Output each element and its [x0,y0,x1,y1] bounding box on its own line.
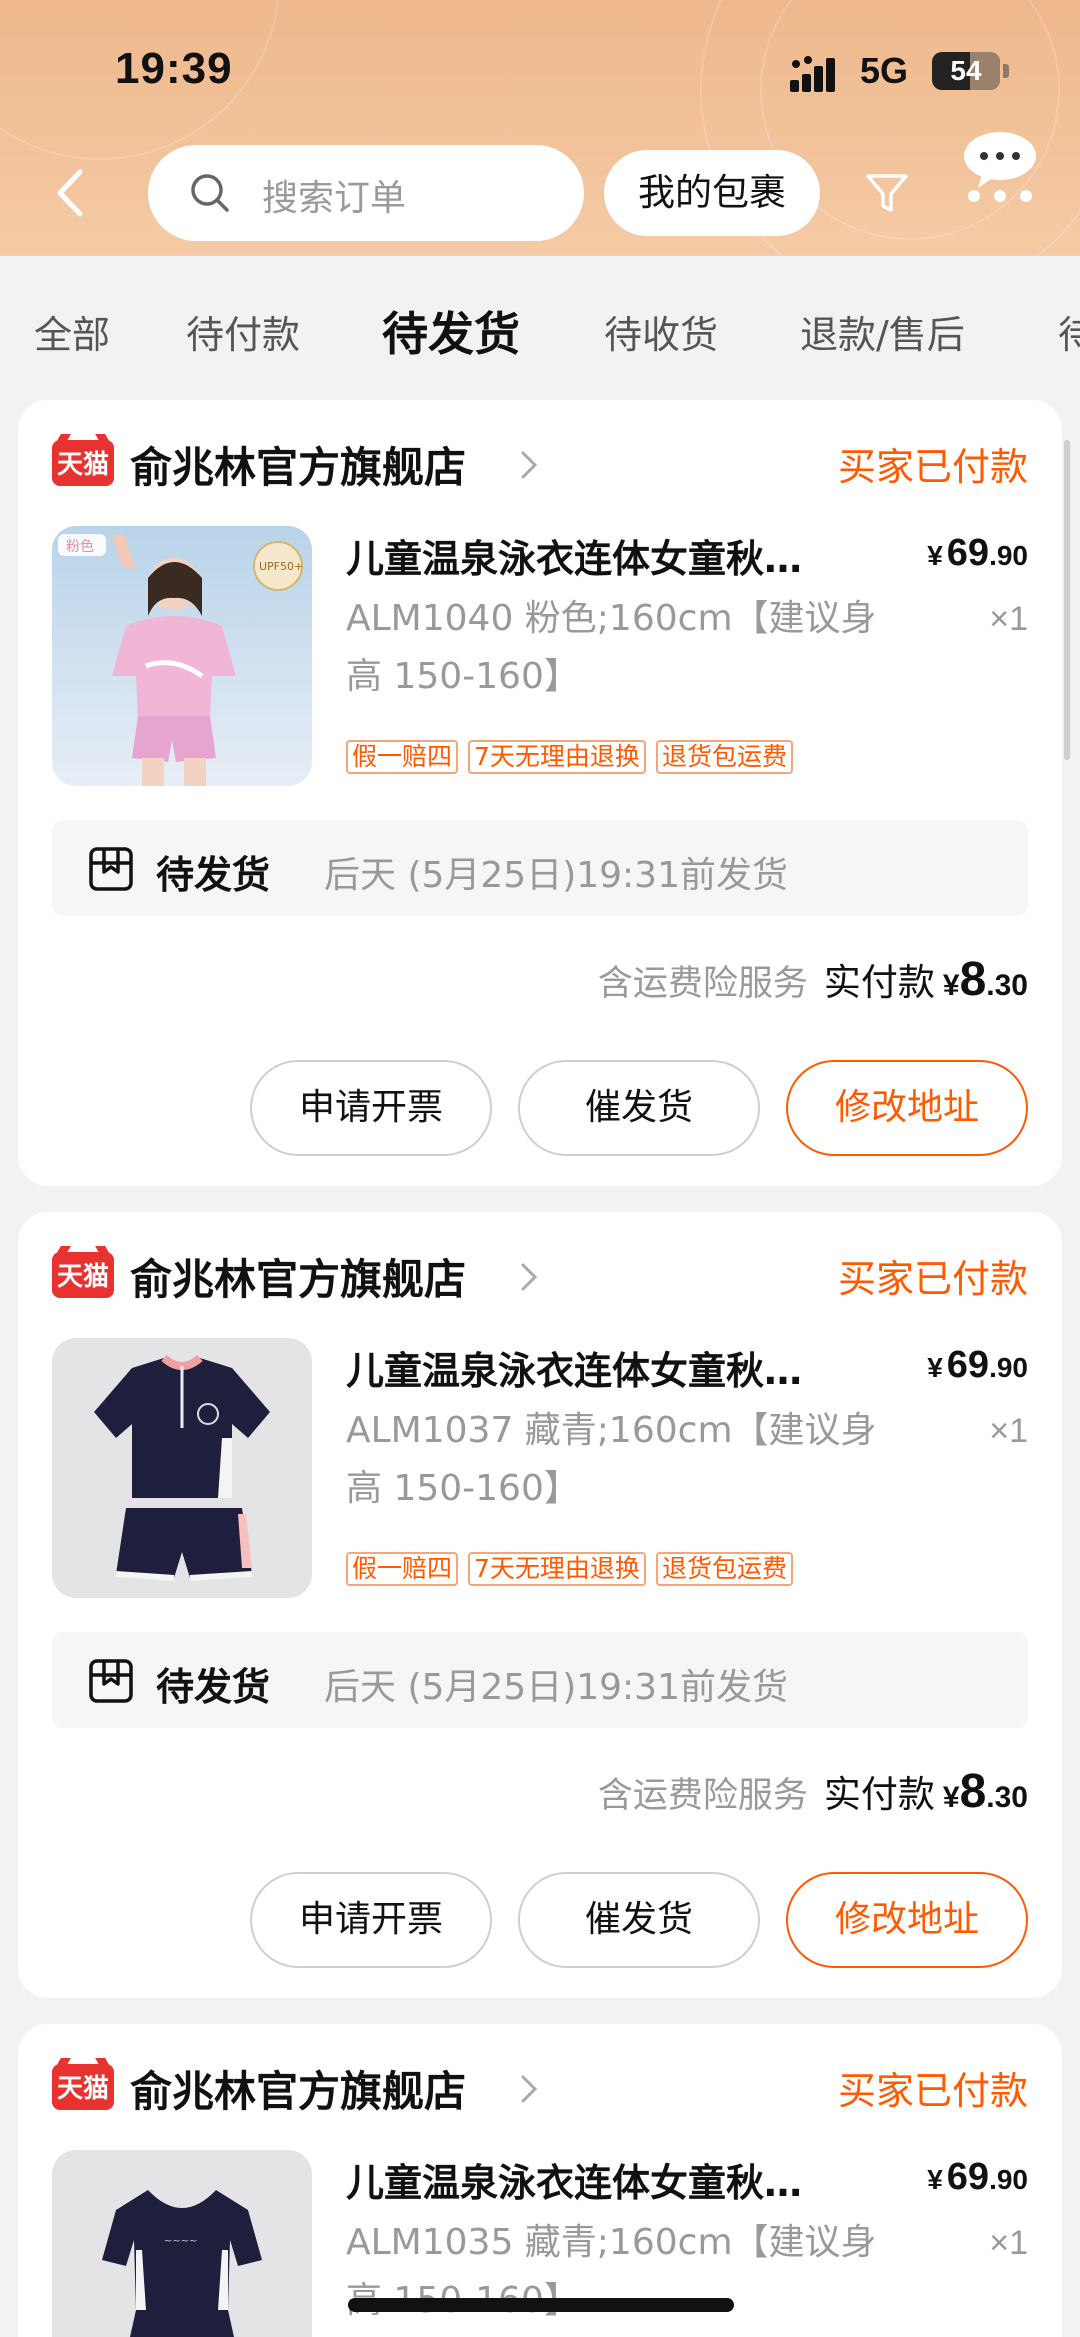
modify-address-button[interactable]: 修改地址 [786,1060,1028,1156]
tab-pending-receipt[interactable]: 待收货 [604,304,718,359]
svg-text:粉色: 粉色 [66,538,94,555]
product-quantity: ×1 [989,2224,1028,2262]
service-tag: 假一赔四 [346,740,459,774]
chevron-right-icon [521,451,538,479]
shipping-status: 待发货 [156,853,271,897]
currency-symbol: ¥ [942,1781,960,1814]
order-card: 天猫 俞兆林官方旗舰店 买家已付款 粉色 UPF50+ 儿童温泉泳衣连体女童秋…… [18,400,1062,1186]
product-image[interactable]: ~~~~ [52,2150,312,2337]
service-tag: 退货包运费 [655,1552,793,1586]
tab-more[interactable]: 待 [1058,304,1080,359]
shop-name[interactable]: 俞兆林官方旗舰店 [130,2058,466,2119]
urge-shipment-button[interactable]: 催发货 [518,1060,760,1156]
order-status: 买家已付款 [837,1257,1028,1301]
product-spec: ALM1035 藏青;160cm【建议身高 150-160】 [346,2222,877,2321]
product-image[interactable]: 粉色 UPF50+ [52,526,312,786]
modify-address-button[interactable]: 修改地址 [786,1872,1028,1968]
shop-row[interactable]: 天猫 俞兆林官方旗舰店 买家已付款 [18,430,1062,494]
svg-text:UPF50+: UPF50+ [259,560,303,573]
actual-pay-decimal: .30 [986,969,1028,1002]
svg-text:~~~~: ~~~~ [164,2236,198,2247]
order-status: 买家已付款 [837,2069,1028,2113]
product-title[interactable]: 儿童温泉泳衣连体女童秋… [346,2152,886,2207]
service-tag: 7天无理由退换 [468,1552,646,1586]
tab-pending-shipment[interactable]: 待发货 [382,298,520,364]
product-price: ¥69.90 [927,1344,1028,1386]
product-title[interactable]: 儿童温泉泳衣连体女童秋… [346,1340,886,1395]
shipping-info[interactable]: 待发货 后天 (5月25日)19:31前发货 [52,1632,1028,1728]
order-card: 天猫 俞兆林官方旗舰店 买家已付款 儿童温泉泳衣连体女童秋… ALM1037 藏… [18,1212,1062,1998]
search-input[interactable]: 搜索订单 [148,145,584,241]
tmall-badge: 天猫 [52,2064,114,2110]
scrollbar[interactable] [1064,440,1070,760]
request-invoice-button[interactable]: 申请开票 [250,1060,492,1156]
header-bar: 19:39 5G 54 搜索订单 我的包裹 [0,0,1080,256]
search-icon [191,174,229,212]
search-placeholder: 搜索订单 [262,178,407,219]
payment-summary: 含运费险服务 实付款 ¥8.30 [598,952,1028,1012]
order-tabs: 全部 待付款 待发货 待收货 退款/售后 待 [0,256,1080,396]
actual-pay-amount: 8 [959,1765,987,1818]
request-invoice-button[interactable]: 申请开票 [250,1872,492,1968]
order-card: 天猫 俞兆林官方旗舰店 买家已付款 ~~~~ 儿童温泉泳衣连体女童秋… ALM1… [18,2024,1062,2337]
shipping-info[interactable]: 待发货 后天 (5月25日)19:31前发货 [52,820,1028,916]
shop-row[interactable]: 天猫 俞兆林官方旗舰店 买家已付款 [18,1242,1062,1306]
payment-summary: 含运费险服务 实付款 ¥8.30 [598,1764,1028,1824]
more-icon[interactable] [960,130,1040,210]
product-spec: ALM1037 藏青;160cm【建议身高 150-160】 [346,1410,877,1509]
service-tag: 7天无理由退换 [468,740,646,774]
battery-indicator: 54 [932,52,1000,90]
package-box-icon [89,1659,133,1703]
product-image[interactable] [52,1338,312,1598]
signal-icon [790,56,835,92]
shipping-status: 待发货 [156,1665,271,1709]
package-box-icon [89,847,133,891]
actual-pay-label: 实付款 [823,1773,935,1816]
home-indicator[interactable] [348,2298,734,2312]
service-tags: 假一赔四 7天无理由退换 退货包运费 [346,740,803,776]
product-price: ¥69.90 [927,2156,1028,2198]
status-time: 19:39 [115,44,233,93]
urge-shipment-button[interactable]: 催发货 [518,1872,760,1968]
tab-pending-payment[interactable]: 待付款 [186,304,300,359]
currency-symbol: ¥ [942,969,960,1002]
actual-pay-amount: 8 [959,953,987,1006]
filter-icon[interactable] [862,168,912,218]
actual-pay-decimal: .30 [986,1781,1028,1814]
shop-row[interactable]: 天猫 俞兆林官方旗舰店 买家已付款 [18,2054,1062,2118]
actual-pay-label: 实付款 [823,961,935,1004]
service-tag: 退货包运费 [655,740,793,774]
tmall-badge: 天猫 [52,1252,114,1298]
product-price: ¥69.90 [927,532,1028,574]
shop-name[interactable]: 俞兆林官方旗舰店 [130,1246,466,1307]
tmall-badge: 天猫 [52,440,114,486]
network-label: 5G [860,50,909,91]
service-tag: 假一赔四 [346,1552,459,1586]
battery-tip [1003,64,1009,78]
order-status: 买家已付款 [837,445,1028,489]
my-package-button[interactable]: 我的包裹 [604,150,820,236]
product-title[interactable]: 儿童温泉泳衣连体女童秋… [346,528,886,583]
product-quantity: ×1 [989,1412,1028,1450]
chevron-right-icon [521,1263,538,1291]
service-tags: 假一赔四 7天无理由退换 退货包运费 [346,1552,803,1588]
insurance-note: 含运费险服务 [597,964,808,1004]
product-spec: ALM1040 粉色;160cm【建议身高 150-160】 [346,598,877,697]
product-quantity: ×1 [989,600,1028,638]
shop-name[interactable]: 俞兆林官方旗舰店 [130,434,466,495]
shipping-deadline: 后天 (5月25日)19:31前发货 [324,855,788,896]
tab-refund-aftersale[interactable]: 退款/售后 [800,304,965,359]
tab-all[interactable]: 全部 [34,304,110,359]
back-arrow-icon[interactable] [50,166,90,220]
shipping-deadline: 后天 (5月25日)19:31前发货 [324,1667,788,1708]
chevron-right-icon [521,2075,538,2103]
insurance-note: 含运费险服务 [597,1776,808,1816]
